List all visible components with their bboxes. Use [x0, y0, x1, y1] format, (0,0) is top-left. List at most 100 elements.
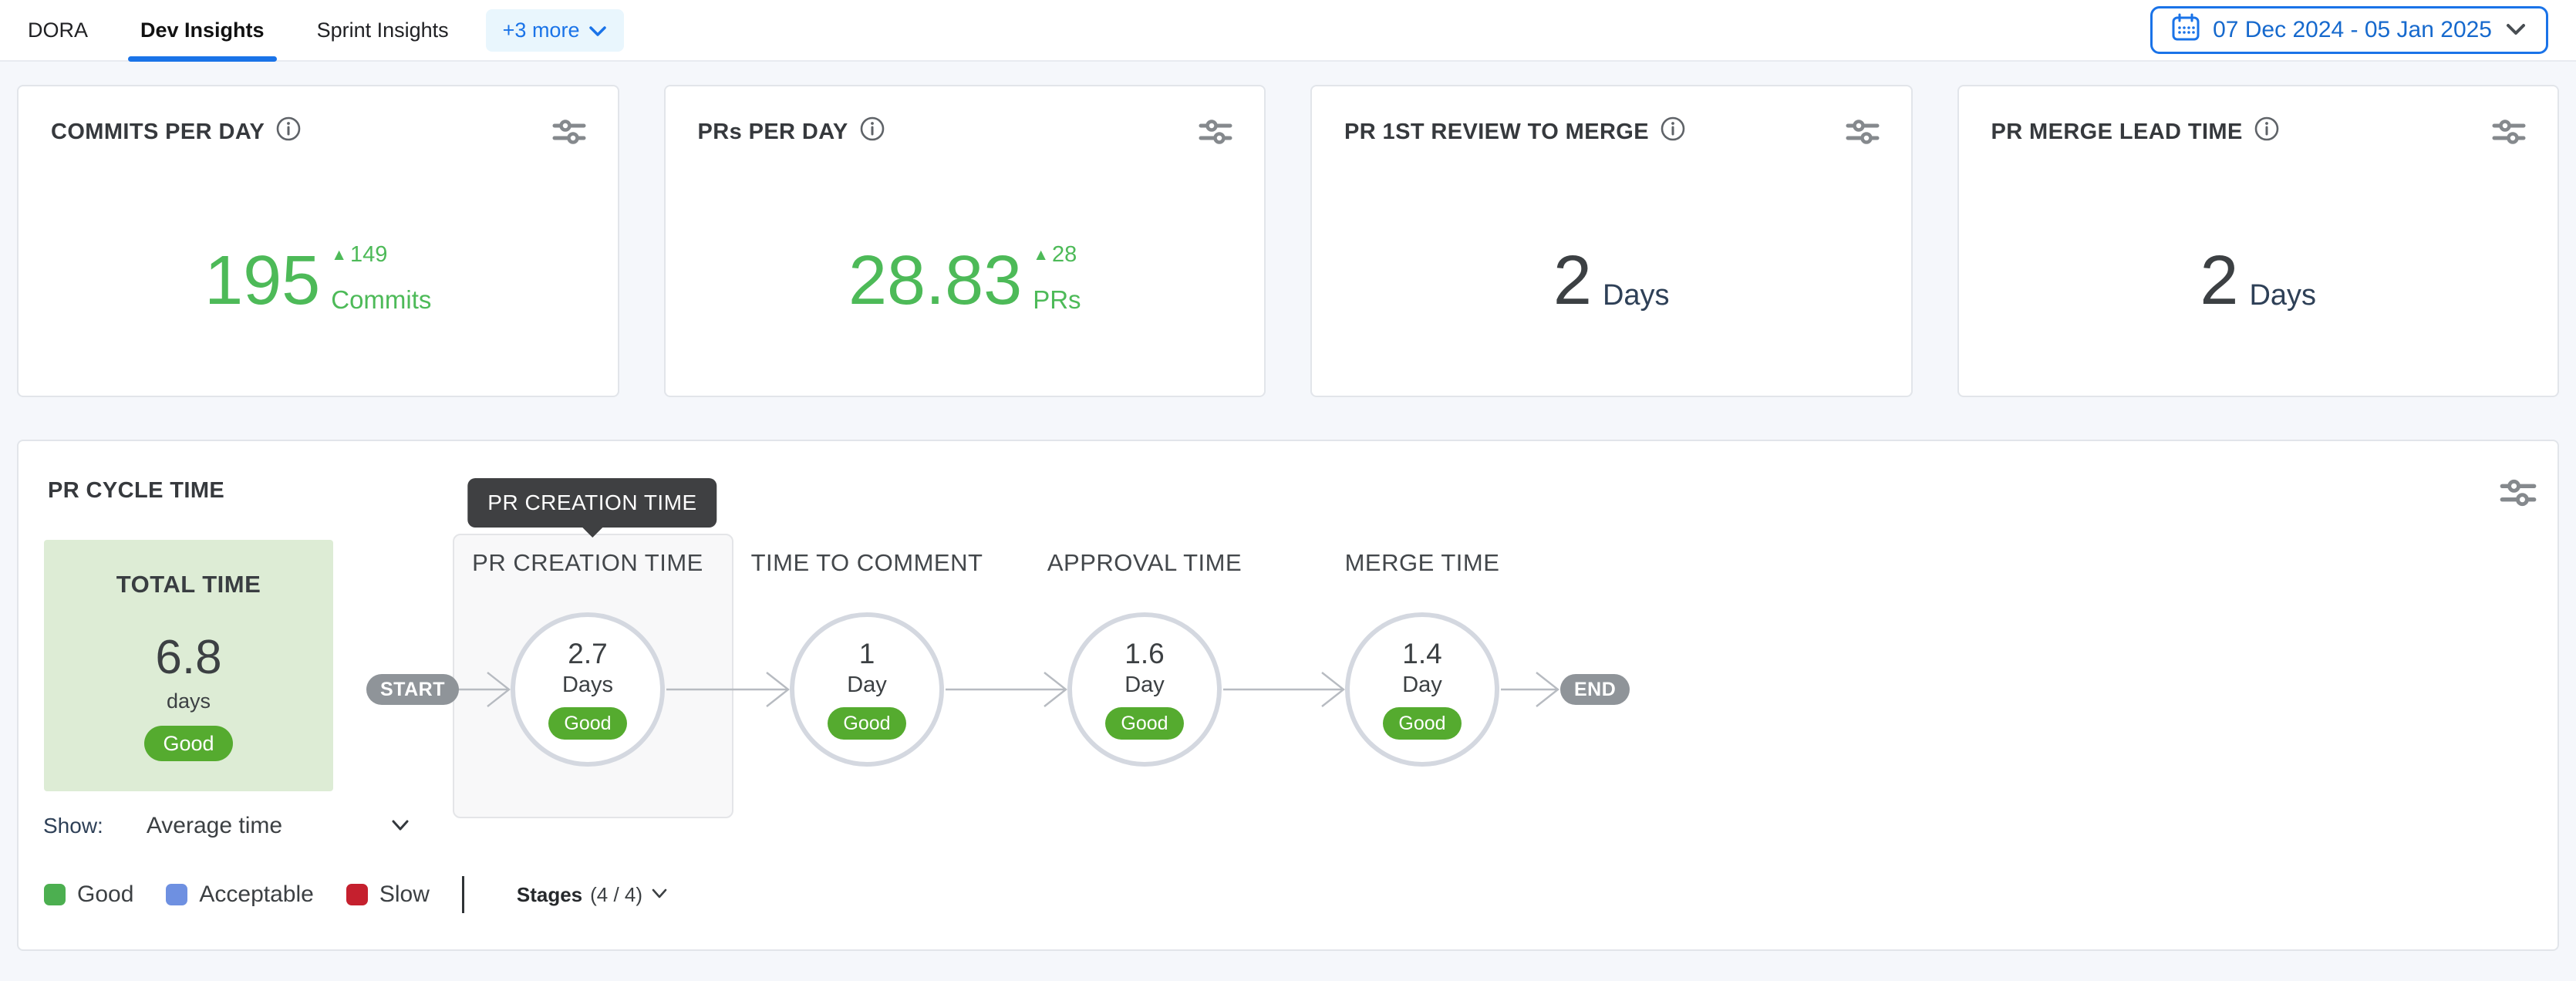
tab-dora-label: DORA [28, 19, 88, 42]
info-icon[interactable] [275, 116, 302, 148]
legend-item-acceptable: Acceptable [166, 882, 313, 908]
tab-dora[interactable]: DORA [28, 0, 114, 60]
card-header: COMMITS PER DAY [19, 86, 618, 148]
metric-side: Days [1603, 242, 1670, 315]
metric-unit: Commits [331, 285, 431, 315]
card-header: PR MERGE LEAD TIME [1959, 86, 2558, 148]
up-arrow-icon: ▲ [1033, 247, 1049, 263]
dashboard-tabs: DORA Dev Insights Sprint Insights +3 mor… [28, 0, 624, 60]
metric-side: ▲ 28 PRs [1033, 242, 1081, 315]
card-title: PRs PER DAY [698, 116, 885, 148]
acceptable-swatch-icon [166, 884, 187, 905]
metric-delta: ▲ 149 [331, 242, 387, 268]
info-icon[interactable] [2254, 116, 2280, 148]
tab-sprint-insights[interactable]: Sprint Insights [291, 0, 475, 60]
legend-item-good: Good [44, 882, 133, 908]
status-badge: Good [1105, 707, 1183, 740]
metric-delta-value: 28 [1052, 242, 1077, 268]
stages-filter-count: (4 / 4) [590, 883, 642, 907]
metric-number: 195 [204, 249, 320, 313]
card-title-label: PR 1ST REVIEW TO MERGE [1344, 120, 1649, 145]
stages-filter-label: Stages [517, 883, 582, 907]
chevron-down-icon [650, 888, 669, 902]
show-label: Show: [43, 814, 103, 838]
metric-card-pr-merge-lead-time: PR MERGE LEAD TIME 2 Days [1957, 85, 2560, 397]
date-range-label: 07 Dec 2024 - 05 Jan 2025 [2213, 17, 2492, 43]
metric-number: 2 [2200, 249, 2238, 313]
legend-row: Good Acceptable Slow Stages (4 / 4) [44, 879, 669, 910]
stage-circle-pr-creation-time[interactable]: 2.7 Days Good [511, 612, 665, 767]
card-title: PR MERGE LEAD TIME [1991, 116, 2280, 148]
calendar-icon [2171, 12, 2200, 48]
tab-sprint-insights-label: Sprint Insights [317, 19, 449, 42]
filter-sliders-icon[interactable] [1198, 116, 1233, 148]
legend-label: Acceptable [199, 882, 313, 908]
show-row: Show: Average time [43, 810, 410, 842]
tab-dev-insights[interactable]: Dev Insights [114, 0, 291, 60]
date-range-picker[interactable]: 07 Dec 2024 - 05 Jan 2025 [2150, 6, 2548, 54]
legend-label: Slow [379, 882, 430, 908]
filter-sliders-icon[interactable] [2499, 475, 2537, 511]
metric-value: 195 ▲ 149 Commits [19, 239, 618, 313]
card-title: COMMITS PER DAY [51, 116, 302, 148]
status-badge: Good [144, 726, 232, 761]
info-icon[interactable] [1660, 116, 1686, 148]
card-header: PRs PER DAY [666, 86, 1265, 148]
metric-card-prs-per-day: PRs PER DAY 28.83 ▲ 28 PRs [664, 85, 1266, 397]
metric-card-commits-per-day: COMMITS PER DAY 195 ▲ 149 Commits [17, 85, 619, 397]
metric-card-pr-first-review-to-merge: PR 1ST REVIEW TO MERGE 2 Days [1310, 85, 1913, 397]
stage-value: 1.6 [1124, 639, 1164, 668]
panel-title: PR CYCLE TIME [48, 478, 224, 504]
legend-divider [462, 876, 464, 913]
status-badge: Good [548, 707, 626, 740]
stage-value: 1 [859, 639, 875, 668]
chevron-down-icon [588, 19, 607, 42]
stage-unit: Day [1402, 673, 1442, 698]
stage-value: 1.4 [1402, 639, 1441, 668]
legend-label: Good [77, 882, 133, 908]
stage-circle-merge-time[interactable]: 1.4 Day Good [1345, 612, 1499, 767]
stages-filter-dropdown[interactable]: Stages (4 / 4) [517, 883, 669, 907]
stage-unit: Days [562, 673, 613, 698]
slow-swatch-icon [346, 884, 368, 905]
metric-value: 28.83 ▲ 28 PRs [666, 239, 1265, 313]
stage-tooltip-label: PR CREATION TIME [487, 490, 696, 514]
stage-title-pr-creation-time: PR CREATION TIME [472, 549, 703, 577]
metric-cards-row: COMMITS PER DAY 195 ▲ 149 Commits [17, 85, 2559, 397]
total-time-box: TOTAL TIME 6.8 days Good [44, 540, 333, 791]
metric-side: Days [2249, 242, 2316, 315]
filter-sliders-icon[interactable] [2491, 116, 2527, 148]
tab-dev-insights-label: Dev Insights [140, 19, 265, 42]
total-time-label: TOTAL TIME [116, 571, 261, 598]
legend-item-slow: Slow [346, 882, 430, 908]
total-time-value: 6.8 [155, 634, 221, 682]
metric-delta-value: 149 [350, 242, 387, 268]
metric-unit: PRs [1033, 285, 1081, 315]
more-tabs-button[interactable]: +3 more [486, 9, 625, 52]
up-arrow-icon: ▲ [331, 247, 347, 263]
info-icon[interactable] [859, 116, 885, 148]
stage-circle-time-to-comment[interactable]: 1 Day Good [790, 612, 944, 767]
pr-cycle-time-panel: PR CYCLE TIME TOTAL TIME 6.8 days Good S… [17, 440, 2559, 951]
metric-side: ▲ 149 Commits [331, 242, 431, 315]
show-dropdown-value: Average time [147, 813, 282, 839]
good-swatch-icon [44, 884, 66, 905]
card-header: PR 1ST REVIEW TO MERGE [1312, 86, 1911, 148]
card-title: PR 1ST REVIEW TO MERGE [1344, 116, 1686, 148]
top-navigation-bar: DORA Dev Insights Sprint Insights +3 mor… [0, 0, 2576, 62]
filter-sliders-icon[interactable] [551, 116, 587, 148]
chevron-down-icon [282, 818, 410, 834]
flow-start-marker: START [366, 674, 459, 705]
stage-circle-approval-time[interactable]: 1.6 Day Good [1067, 612, 1222, 767]
card-title-label: PRs PER DAY [698, 120, 848, 145]
metric-unit: Days [2249, 279, 2316, 315]
card-title-label: PR MERGE LEAD TIME [1991, 120, 2243, 145]
tooltip-caret [582, 527, 603, 538]
filter-sliders-icon[interactable] [1845, 116, 1880, 148]
chevron-down-icon [2504, 17, 2527, 43]
stage-tooltip: PR CREATION TIME [467, 478, 716, 528]
stage-unit: Day [847, 673, 887, 698]
more-tabs-label: +3 more [503, 19, 580, 42]
stage-value: 2.7 [568, 639, 607, 668]
show-dropdown[interactable]: Average time [147, 813, 410, 839]
